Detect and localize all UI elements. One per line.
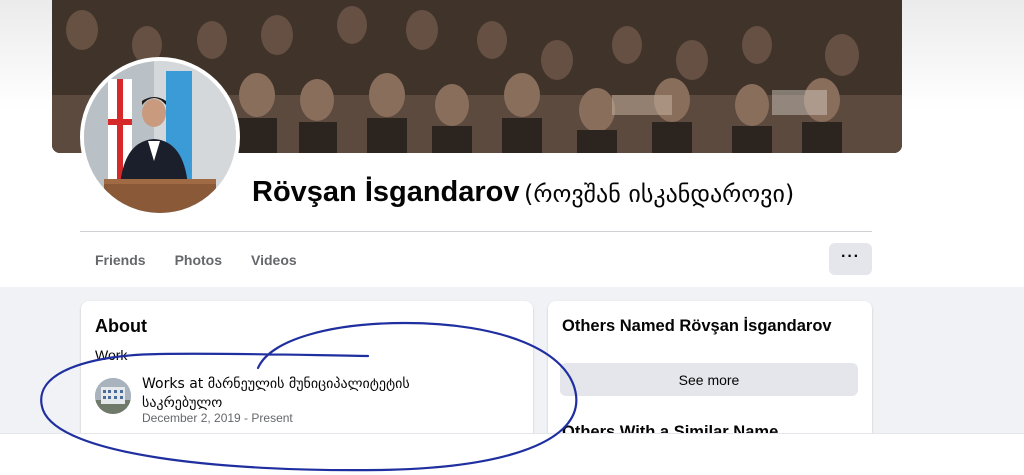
tab-videos[interactable]: Videos xyxy=(251,252,297,268)
work-description[interactable]: Works at მარნეულის მუნიციპალიტეტის საკრე… xyxy=(142,375,472,413)
work-section-label: Work xyxy=(95,347,128,363)
profile-photo-image xyxy=(84,61,236,213)
header-divider xyxy=(80,231,872,232)
tab-friends[interactable]: Friends xyxy=(95,252,146,268)
tab-photos[interactable]: Photos xyxy=(175,252,222,268)
more-options-button[interactable]: ··· xyxy=(829,243,872,275)
profile-tabs: Friends Photos Videos xyxy=(80,243,311,277)
bottom-overlay xyxy=(0,433,1024,475)
profile-name: Rövşan İsgandarov xyxy=(252,176,520,208)
building-icon xyxy=(95,378,131,414)
profile-picture[interactable] xyxy=(80,57,240,217)
about-card: About Work Works at მარნეულის მუნიციპალი… xyxy=(81,301,533,441)
others-named-title: Others Named Rövşan İsgandarov xyxy=(562,317,832,335)
about-title: About xyxy=(95,316,147,336)
profile-photo xyxy=(84,61,236,213)
others-named-card: Others Named Rövşan İsgandarov See more … xyxy=(548,301,872,441)
see-more-button[interactable]: See more xyxy=(560,363,858,396)
profile-alternate-name: (როვშან ისკანდაროვი) xyxy=(524,180,795,208)
more-horizontal-icon: ··· xyxy=(841,247,860,265)
work-dates: December 2, 2019 - Present xyxy=(142,411,293,425)
workplace-thumbnail[interactable] xyxy=(95,378,131,414)
